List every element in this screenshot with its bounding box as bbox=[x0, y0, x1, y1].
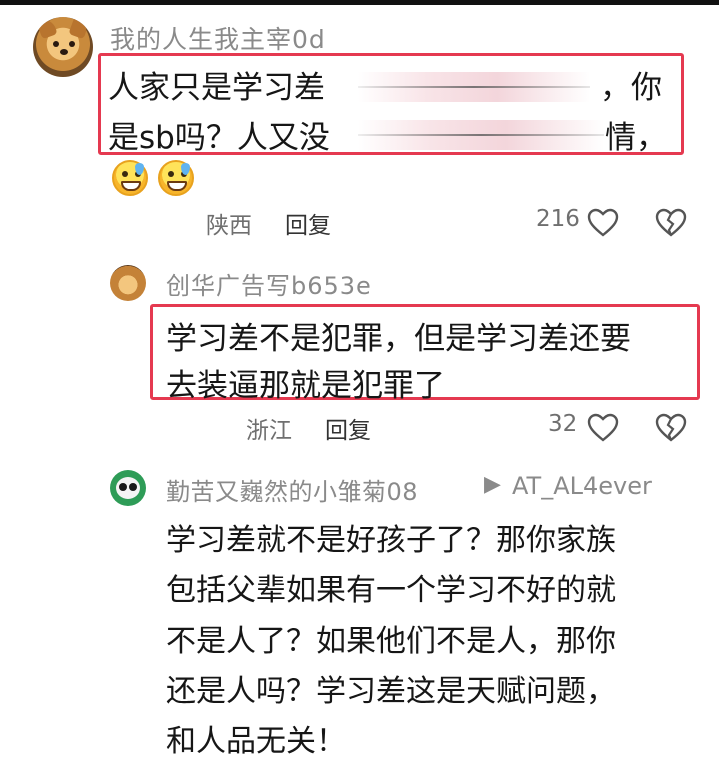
comment-location: 陕西 bbox=[206, 213, 252, 239]
comment-text: 去装逼那就是犯罪了 bbox=[166, 368, 445, 404]
comment-text: 学习差就不是好孩子了？那你家族 bbox=[166, 523, 616, 558]
comment-username[interactable]: 勤苦又巍然的小雏菊08 bbox=[166, 472, 418, 507]
comment-text: 是sb吗？人又没 bbox=[108, 120, 330, 156]
broken-heart-icon[interactable] bbox=[655, 413, 687, 443]
reply-button[interactable]: 回复 bbox=[285, 206, 331, 240]
comment-text: 人家只是学习差 bbox=[108, 70, 325, 106]
reply-target-username[interactable]: AT_AL4ever bbox=[512, 472, 652, 500]
broken-heart-icon[interactable] bbox=[655, 208, 687, 238]
redacted-text bbox=[358, 72, 590, 102]
comment-text: 包括父辈如果有一个学习不好的就 bbox=[166, 573, 616, 608]
like-count: 32 bbox=[548, 411, 578, 437]
comment-text: 情， bbox=[605, 120, 667, 156]
comment-text: 学习差不是犯罪，但是学习差还要 bbox=[166, 321, 631, 357]
sweat-grin-emoji-icon bbox=[158, 160, 194, 196]
reply-arrow-icon: ▶ bbox=[484, 472, 501, 497]
comment-username[interactable]: 我的人生我主宰0d bbox=[110, 20, 326, 56]
comment-location: 浙江 bbox=[246, 418, 292, 444]
redacted-text bbox=[358, 120, 604, 150]
comment-text: 不是人了？如果他们不是人，那你 bbox=[166, 624, 616, 659]
comment-text: 和人品无关！ bbox=[166, 724, 346, 759]
avatar[interactable] bbox=[33, 17, 93, 77]
avatar[interactable] bbox=[110, 265, 146, 301]
sweat-grin-emoji-icon bbox=[112, 160, 148, 196]
heart-outline-icon[interactable] bbox=[587, 413, 619, 443]
like-count: 216 bbox=[536, 206, 580, 232]
comment-text: ，你 bbox=[600, 70, 662, 106]
avatar[interactable] bbox=[110, 470, 146, 506]
comment-text: 还是人吗？学习差这是天赋问题， bbox=[166, 674, 616, 709]
heart-outline-icon[interactable] bbox=[587, 208, 619, 238]
comment-username[interactable]: 创华广告写b653e bbox=[166, 266, 372, 301]
top-edge bbox=[0, 0, 719, 5]
reply-button[interactable]: 回复 bbox=[325, 411, 371, 445]
